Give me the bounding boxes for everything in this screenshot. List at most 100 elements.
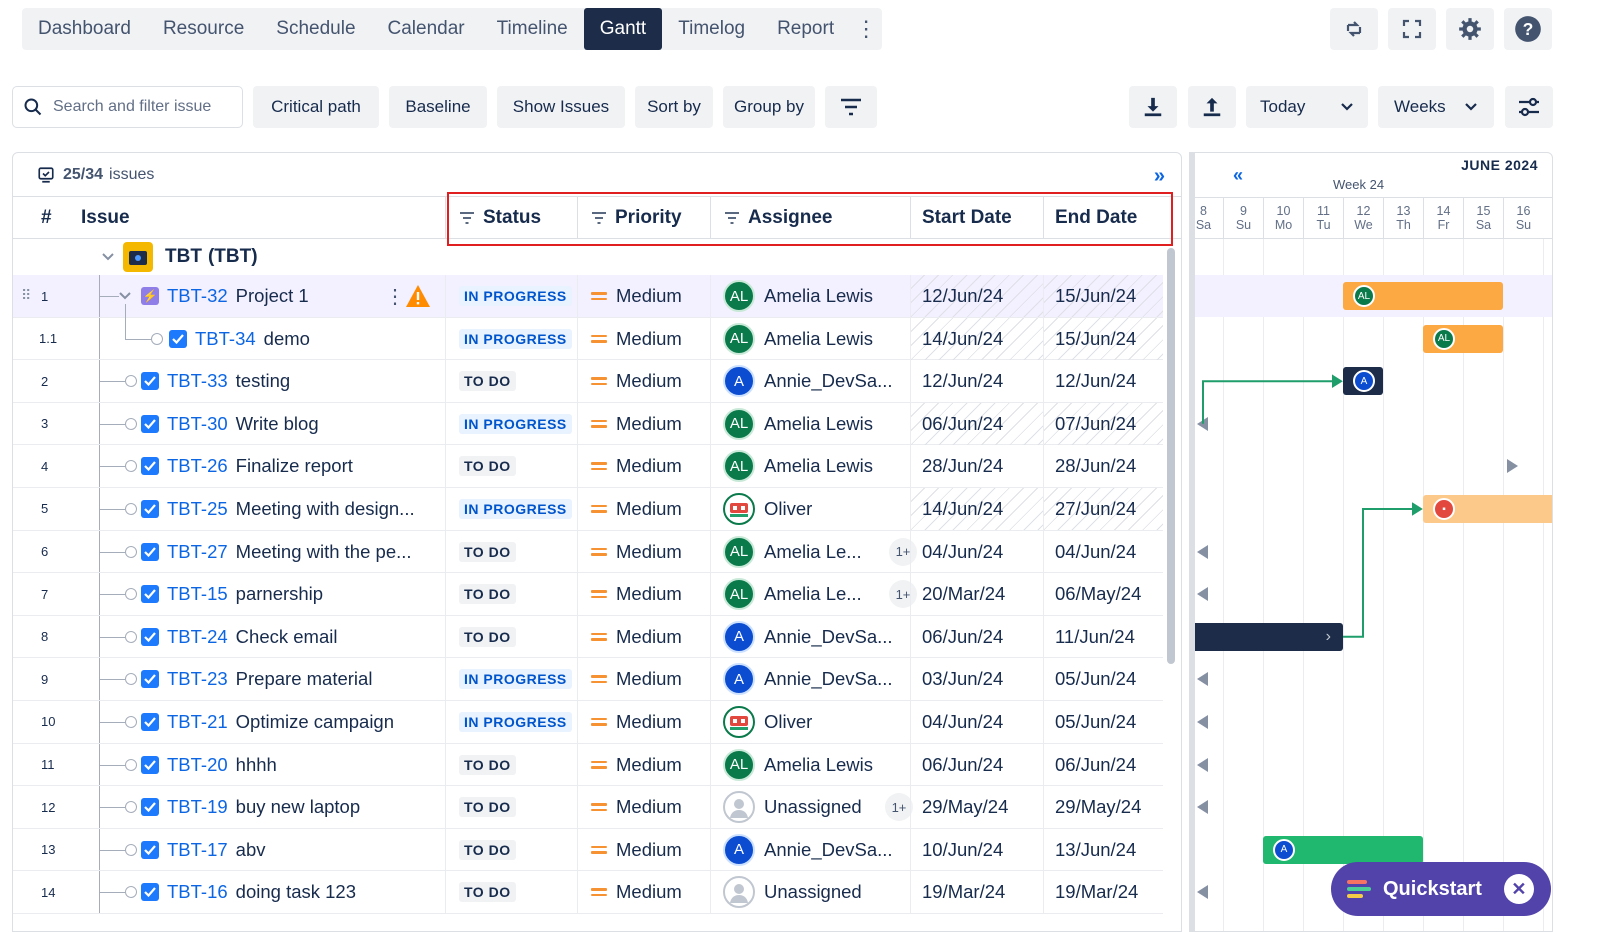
assignee-cell[interactable]: A Annie_DevSa...: [723, 658, 909, 700]
assignee-cell[interactable]: AL Amelia Lewis: [723, 445, 909, 487]
settings-gear-icon[interactable]: [1446, 8, 1494, 50]
start-date-cell[interactable]: 04/Jun/24: [911, 701, 1043, 743]
status-cell[interactable]: TO DO: [459, 829, 516, 871]
sort-by-button[interactable]: Sort by: [635, 86, 713, 128]
assignee-cell[interactable]: AL Amelia Lewis: [723, 275, 909, 317]
priority-cell[interactable]: Medium: [591, 616, 682, 658]
tab-dashboard[interactable]: Dashboard: [22, 8, 147, 50]
today-dropdown[interactable]: Today: [1246, 86, 1368, 128]
issue-cell[interactable]: TBT-17 abv: [141, 829, 266, 871]
issue-key-link[interactable]: TBT-21: [167, 711, 228, 733]
end-date-cell[interactable]: 28/Jun/24: [1044, 445, 1163, 487]
sync-icon[interactable]: [1330, 8, 1378, 50]
issue-key-link[interactable]: TBT-19: [167, 796, 228, 818]
priority-cell[interactable]: Medium: [591, 275, 682, 317]
view-settings-sliders-icon[interactable]: [1505, 86, 1553, 128]
assignee-cell[interactable]: AL Amelia Lewis: [723, 318, 909, 360]
table-row[interactable]: 10 TBT-21 Optimize campaign IN PROGRESS Medi…: [13, 700, 1163, 744]
help-icon[interactable]: ?: [1504, 8, 1552, 50]
issue-key-link[interactable]: TBT-30: [167, 413, 228, 435]
more-vertical-icon[interactable]: ⋮: [850, 8, 882, 50]
start-date-cell[interactable]: 29/May/24: [911, 786, 1043, 828]
assignee-cell[interactable]: AL Amelia Lewis: [723, 744, 909, 786]
drag-handle-icon[interactable]: ⠿: [21, 287, 31, 304]
issue-cell[interactable]: TBT-34 demo: [169, 318, 310, 360]
col-issue[interactable]: Issue: [81, 197, 130, 239]
issue-cell[interactable]: TBT-27 Meeting with the pe...: [141, 531, 412, 573]
status-cell[interactable]: TO DO: [459, 616, 516, 658]
end-date-cell[interactable]: 27/Jun/24: [1044, 487, 1163, 530]
more-vertical-icon[interactable]: ⋮: [385, 275, 405, 317]
issue-cell[interactable]: TBT-33 testing: [141, 360, 290, 402]
tab-resource[interactable]: Resource: [147, 8, 260, 50]
tab-timelog[interactable]: Timelog: [662, 8, 761, 50]
end-date-cell[interactable]: 05/Jun/24: [1044, 701, 1163, 743]
priority-cell[interactable]: Medium: [591, 573, 682, 615]
issue-key-link[interactable]: TBT-26: [167, 455, 228, 477]
baseline-button[interactable]: Baseline: [389, 86, 487, 128]
assignee-cell[interactable]: A Annie_DevSa...: [723, 616, 909, 658]
vertical-scrollbar[interactable]: [1167, 248, 1175, 664]
end-date-cell[interactable]: 04/Jun/24: [1044, 531, 1163, 573]
end-date-cell[interactable]: 06/May/24: [1044, 573, 1163, 615]
critical-path-button[interactable]: Critical path: [253, 86, 379, 128]
issue-cell[interactable]: TBT-30 Write blog: [141, 403, 319, 445]
assignee-cell[interactable]: Oliver: [723, 701, 909, 743]
issue-key-link[interactable]: TBT-33: [167, 370, 228, 392]
more-assignees-badge[interactable]: 1+: [885, 793, 913, 822]
close-icon[interactable]: ✕: [1503, 874, 1534, 904]
assignee-cell[interactable]: AL Amelia Le... 1+: [723, 531, 917, 573]
status-cell[interactable]: TO DO: [459, 786, 516, 828]
issue-key-link[interactable]: TBT-25: [167, 498, 228, 520]
issue-key-link[interactable]: TBT-20: [167, 754, 228, 776]
issue-key-link[interactable]: TBT-24: [167, 626, 228, 648]
table-row[interactable]: 11 TBT-20 hhhh TO DO Medium AL Amelia Lewis 06/…: [13, 743, 1163, 787]
download-icon[interactable]: [1129, 86, 1177, 128]
start-date-cell[interactable]: 06/Jun/24: [911, 616, 1043, 658]
end-date-cell[interactable]: 19/Mar/24: [1044, 871, 1163, 913]
table-row[interactable]: 5 TBT-25 Meeting with design... IN PROGRESS…: [13, 487, 1163, 531]
priority-cell[interactable]: Medium: [591, 360, 682, 402]
issue-cell[interactable]: TBT-26 Finalize report: [141, 445, 353, 487]
assignee-cell[interactable]: Oliver: [723, 488, 909, 530]
end-date-cell[interactable]: 15/Jun/24: [1044, 275, 1163, 317]
warning-icon[interactable]: [405, 284, 431, 308]
table-row[interactable]: 8 TBT-24 Check email TO DO Medium A Annie_DevS…: [13, 615, 1163, 659]
status-cell[interactable]: TO DO: [459, 531, 516, 573]
start-date-cell[interactable]: 28/Jun/24: [911, 445, 1043, 487]
table-row[interactable]: 14 TBT-16 doing task 123 TO DO Medium Unassig…: [13, 871, 1163, 914]
end-date-cell[interactable]: 29/May/24: [1044, 786, 1163, 828]
status-cell[interactable]: TO DO: [459, 573, 516, 615]
status-cell[interactable]: IN PROGRESS: [459, 318, 572, 360]
issue-cell[interactable]: TBT-15 parnership: [141, 573, 323, 615]
start-date-cell[interactable]: 14/Jun/24: [911, 487, 1043, 530]
start-date-cell[interactable]: 14/Jun/24: [911, 317, 1043, 360]
issue-key-link[interactable]: TBT-15: [167, 583, 228, 605]
table-row[interactable]: 7 TBT-15 parnership TO DO Medium AL Amelia Le.…: [13, 573, 1163, 616]
issue-cell[interactable]: TBT-25 Meeting with design...: [141, 488, 415, 530]
tab-gantt[interactable]: Gantt: [583, 8, 663, 50]
end-date-cell[interactable]: 06/Jun/24: [1044, 744, 1163, 786]
table-row[interactable]: 2 TBT-33 testing TO DO Medium A Annie_DevSa...…: [13, 360, 1163, 403]
assignee-cell[interactable]: A Annie_DevSa...: [723, 829, 909, 871]
table-row[interactable]: 6 TBT-27 Meeting with the pe... TO DO Medium…: [13, 530, 1163, 574]
priority-cell[interactable]: Medium: [591, 871, 682, 913]
issue-cell[interactable]: TBT-20 hhhh: [141, 744, 277, 786]
status-cell[interactable]: IN PROGRESS: [459, 403, 572, 445]
weeks-dropdown[interactable]: Weeks: [1378, 86, 1494, 128]
priority-cell[interactable]: Medium: [591, 531, 682, 573]
expand-right-icon[interactable]: »: [1154, 165, 1165, 188]
tab-report[interactable]: Report: [761, 8, 850, 50]
assignee-cell[interactable]: AL Amelia Le... 1+: [723, 573, 917, 615]
status-cell[interactable]: TO DO: [459, 445, 516, 487]
end-date-cell[interactable]: 07/Jun/24: [1044, 402, 1163, 445]
issue-key-link[interactable]: TBT-32: [167, 285, 228, 307]
priority-cell[interactable]: Medium: [591, 445, 682, 487]
start-date-cell[interactable]: 06/Jun/24: [911, 744, 1043, 786]
issue-key-link[interactable]: TBT-16: [167, 881, 228, 903]
issue-key-link[interactable]: TBT-23: [167, 668, 228, 690]
priority-cell[interactable]: Medium: [591, 488, 682, 530]
status-cell[interactable]: TO DO: [459, 744, 516, 786]
assignee-cell[interactable]: Unassigned: [723, 871, 909, 913]
issue-cell[interactable]: ⚡ TBT-32 Project 1: [141, 275, 309, 317]
